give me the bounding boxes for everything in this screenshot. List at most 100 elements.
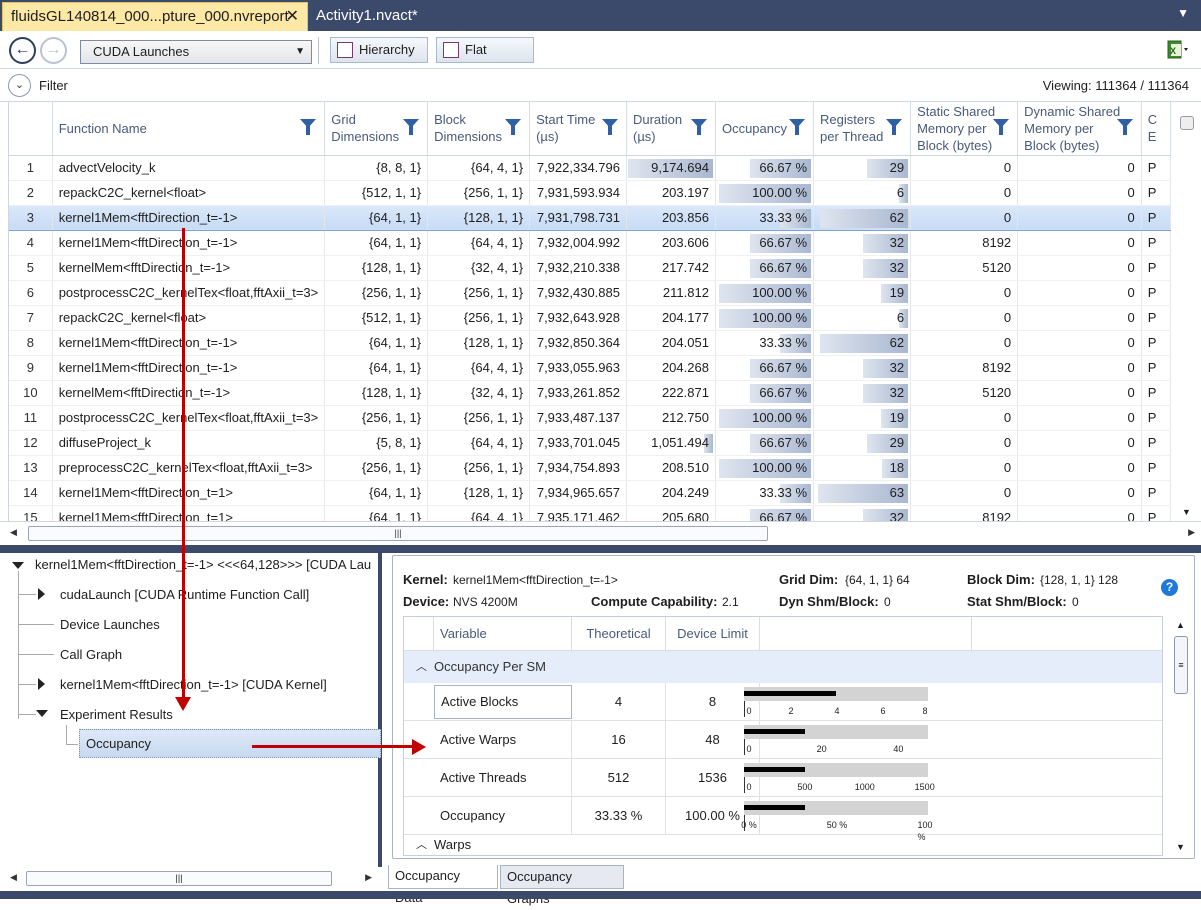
- tree-item-device-launches[interactable]: Device Launches: [60, 617, 160, 632]
- occupancy-row[interactable]: Occupancy 33.33 % 100.00 % 0 % 50 % 100 %: [404, 797, 1162, 842]
- scroll-thumb[interactable]: [1180, 116, 1194, 130]
- occupancy-row[interactable]: Active Threads 512 1536 0 500 1000 1500: [404, 759, 1162, 797]
- view-select[interactable]: CUDA Launches ▼: [80, 40, 312, 64]
- cell-occ: 100.00 %: [715, 305, 815, 331]
- table-row[interactable]: 3 kernel1Mem<fftDirection_t=-1> {64, 1, 1}…: [9, 204, 1171, 231]
- cell-name: kernel1Mem<fftDirection_t=-1>: [52, 204, 326, 231]
- filter-funnel-icon[interactable]: [690, 119, 707, 135]
- cell-value: 0: [1127, 385, 1135, 400]
- cell-value: {512, 1, 1}: [361, 310, 422, 325]
- col-variable[interactable]: Variable: [434, 617, 572, 651]
- scroll-right-icon[interactable]: ▶: [365, 872, 372, 883]
- scroll-up-icon[interactable]: ▲: [1176, 620, 1185, 630]
- grid-horizontal-scrollbar[interactable]: ◀ ||| ▶: [0, 521, 1201, 545]
- tree-item-kernel[interactable]: kernel1Mem<fftDirection_t=-1> [CUDA Kern…: [60, 677, 327, 692]
- back-arrow-icon[interactable]: ←: [9, 37, 36, 64]
- axis-tick-label: 8: [922, 706, 928, 716]
- occupancy-row[interactable]: Active Warps 16 48 0 20 40: [404, 721, 1162, 759]
- cell-value: 66.67 %: [759, 510, 808, 521]
- column-header-label: Registers per Thread: [820, 112, 884, 145]
- tab-nvreport[interactable]: fluidsGL140814_000...pture_000.nvreport …: [2, 2, 308, 31]
- filter-funnel-icon[interactable]: [300, 119, 317, 135]
- export-excel-icon[interactable]: X: [1167, 39, 1191, 61]
- filter-funnel-icon[interactable]: [601, 119, 618, 135]
- axis-tick-label: 0: [746, 706, 752, 716]
- column-header[interactable]: Registers per Thread: [813, 102, 912, 156]
- filter-label[interactable]: Filter: [39, 78, 68, 93]
- collapse-icon[interactable]: [12, 562, 24, 569]
- column-header[interactable]: Dynamic Shared Memory per Block (bytes): [1017, 102, 1142, 156]
- table-row[interactable]: 1 advectVelocity_k {8, 8, 1} {64, 4, 1} 7,92…: [9, 155, 1171, 181]
- tree-item-experiment-results[interactable]: Experiment Results: [60, 707, 173, 722]
- filter-funnel-icon[interactable]: [789, 119, 806, 135]
- column-header[interactable]: Static Shared Memory per Block (bytes): [910, 102, 1019, 156]
- collapse-icon[interactable]: [36, 710, 48, 717]
- filter-funnel-icon[interactable]: [886, 119, 903, 135]
- occupancy-scrollbar[interactable]: ▲ ≡ ▼: [1172, 618, 1190, 854]
- chevron-up-icon[interactable]: ︿: [416, 651, 427, 683]
- filter-funnel-icon[interactable]: [403, 119, 420, 135]
- filter-funnel-icon[interactable]: [993, 119, 1010, 135]
- cell-start: 7,932,850.364: [529, 330, 627, 356]
- cell-theoretical: 33.33 %: [572, 797, 666, 835]
- column-header[interactable]: Occupancy: [715, 102, 815, 156]
- cell-value: P: [1147, 435, 1157, 450]
- scroll-right-icon[interactable]: ▶: [1188, 527, 1195, 538]
- col-index[interactable]: [9, 102, 53, 156]
- column-header[interactable]: Duration (µs): [626, 102, 716, 156]
- column-header[interactable]: Block Dimensions: [427, 102, 531, 156]
- occupancy-row[interactable]: Active Blocks 4 8 0 2 4 6 8: [404, 683, 1162, 721]
- dyn-shm-label: Dyn Shm/Block:: [779, 594, 879, 609]
- tab-occupancy-data[interactable]: Occupancy Data: [388, 865, 498, 905]
- pane-splitter[interactable]: [0, 545, 1201, 553]
- cell-value: 7,933,701.045: [536, 435, 620, 450]
- tree-root[interactable]: kernel1Mem<fftDirection_t=-1> <<<64,128>…: [35, 557, 371, 572]
- grid-vertical-scrollbar[interactable]: ▼: [1177, 102, 1197, 521]
- tab-activity[interactable]: Activity1.nvact*: [308, 2, 448, 31]
- help-icon[interactable]: ?: [1161, 579, 1178, 596]
- chevron-down-icon[interactable]: ▼: [1182, 507, 1191, 517]
- column-header[interactable]: Grid Dimensions: [324, 102, 429, 156]
- column-header[interactable]: Function Name: [52, 102, 326, 156]
- expand-icon[interactable]: [38, 588, 45, 600]
- filter-funnel-icon[interactable]: [1116, 119, 1133, 135]
- cell-value: kernel1Mem<fftDirection_t=1>: [58, 485, 233, 500]
- scroll-left-icon[interactable]: ◀: [10, 527, 17, 538]
- axis-tick-label: 500: [797, 782, 813, 792]
- scroll-down-icon[interactable]: ▼: [1176, 842, 1185, 852]
- col-device-limit[interactable]: Device Limit: [666, 617, 760, 651]
- hierarchy-button[interactable]: Hierarchy: [330, 37, 428, 63]
- scroll-thumb[interactable]: |||: [28, 526, 768, 541]
- expand-icon[interactable]: [38, 678, 45, 690]
- chevron-down-icon[interactable]: ⌄: [8, 74, 31, 97]
- tree-item-call-graph[interactable]: Call Graph: [60, 647, 122, 662]
- scroll-left-icon[interactable]: ◀: [10, 872, 17, 883]
- forward-arrow-icon[interactable]: →: [40, 37, 67, 64]
- column-header[interactable]: Start Time (µs): [529, 102, 627, 156]
- cell-value: {64, 1, 1}: [369, 335, 422, 350]
- svg-text:X: X: [1170, 46, 1176, 56]
- column-header[interactable]: C E: [1141, 102, 1171, 156]
- close-icon[interactable]: ✕: [286, 3, 299, 30]
- cell-theoretical: 512: [572, 759, 666, 797]
- cell-grid: {5, 8, 1}: [324, 430, 429, 456]
- chevron-down-icon[interactable]: ▼: [1177, 6, 1189, 20]
- chevron-up-icon[interactable]: ︿: [416, 837, 427, 853]
- tree-item-occupancy[interactable]: Occupancy: [79, 729, 381, 758]
- cell-name: kernel1Mem<fftDirection_t=1>: [52, 505, 326, 521]
- scroll-thumb[interactable]: ≡: [1174, 636, 1188, 694]
- cell-value: 7,932,643.928: [536, 310, 620, 325]
- cell-dur: 203.197: [626, 180, 716, 206]
- table-row[interactable]: 2 repackC2C_kernel<float> {512, 1, 1} {256,…: [9, 180, 1171, 206]
- filter-funnel-icon[interactable]: [505, 119, 522, 135]
- col-theoretical[interactable]: Theoretical: [572, 617, 666, 651]
- tree-horizontal-scrollbar[interactable]: ◀ ||| ▶: [0, 867, 382, 891]
- flat-button[interactable]: Flat: [436, 37, 534, 63]
- group-warps[interactable]: ︿ Warps: [404, 837, 1162, 855]
- cell-value: 0: [1003, 410, 1012, 425]
- cell-start: 7,935,171.462: [529, 505, 627, 521]
- group-occupancy-per-sm[interactable]: ︿ Occupancy Per SM: [404, 651, 1162, 683]
- scroll-thumb[interactable]: |||: [26, 871, 332, 886]
- tab-occupancy-graphs[interactable]: Occupancy Graphs: [500, 865, 624, 906]
- cell-regs: 19: [813, 280, 912, 306]
